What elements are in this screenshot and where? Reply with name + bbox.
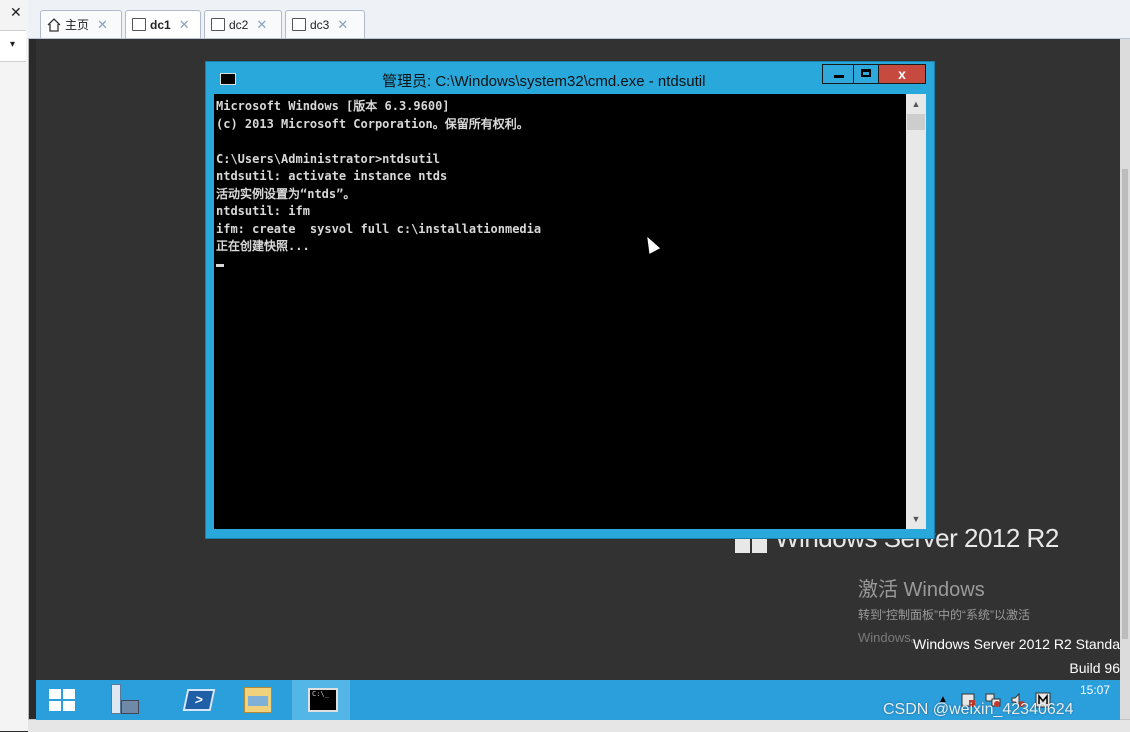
console-line: 活动实例设置为“ntds”。 <box>216 186 356 201</box>
start-button[interactable] <box>36 680 94 720</box>
windows-logo-icon <box>49 689 75 711</box>
tab-dc3[interactable]: dc3 ✕ <box>285 10 365 38</box>
activate-title: 激活 Windows <box>858 579 985 601</box>
tab-dc1[interactable]: dc1 ✕ <box>125 10 201 38</box>
home-icon <box>47 17 61 32</box>
console-line: ntdsutil: ifm <box>216 204 310 218</box>
console-scrollbar[interactable]: ▲ ▼ <box>906 94 926 529</box>
powershell-button[interactable]: > <box>170 680 228 720</box>
close-button[interactable]: x <box>878 64 926 84</box>
tab-dc2[interactable]: dc2 ✕ <box>204 10 282 38</box>
tab-label: dc1 <box>150 17 171 32</box>
activate-hint: 转到“控制面板”中的“系统”以激活 <box>858 608 1030 622</box>
minimize-button[interactable] <box>822 64 854 84</box>
console-output[interactable]: Microsoft Windows [版本 6.3.9600] (c) 2013… <box>214 94 906 529</box>
csdn-watermark: CSDN @weixin_42340624 <box>883 701 1074 718</box>
close-icon[interactable]: ✕ <box>97 17 108 33</box>
server-manager-icon <box>111 684 139 716</box>
tab-label: dc3 <box>310 17 330 32</box>
console-line: 正在创建快照... <box>216 239 310 253</box>
scrollbar-thumb[interactable] <box>1122 169 1128 639</box>
vm-icon <box>132 18 146 31</box>
horizontal-scrollbar[interactable] <box>28 719 1130 732</box>
maximize-button[interactable] <box>853 64 879 84</box>
cmd-icon: C:\_ <box>308 688 338 712</box>
panel-dropdown[interactable]: ▾ <box>0 30 26 62</box>
cmd-icon <box>220 73 236 85</box>
chevron-down-icon: ▾ <box>10 39 16 50</box>
tab-label: dc2 <box>229 17 249 32</box>
scroll-down-icon[interactable]: ▼ <box>907 511 925 527</box>
tab-label: 主页 <box>65 18 90 32</box>
cmd-title-bar[interactable]: 管理员: C:\Windows\system32\cmd.exe - ntdsu… <box>206 62 934 92</box>
file-explorer-button[interactable] <box>228 680 286 720</box>
console-line: C:\Users\Administrator>ntdsutil <box>216 151 440 166</box>
cmd-window[interactable]: 管理员: C:\Windows\system32\cmd.exe - ntdsu… <box>206 62 934 538</box>
tab-home[interactable]: 主页 ✕ <box>40 10 122 38</box>
cmd-title: 管理员: C:\Windows\system32\cmd.exe - ntdsu… <box>382 73 706 90</box>
console-line: (c) 2013 Microsoft Corporation。保留所有权利。 <box>216 116 529 131</box>
edition-text: Windows Server 2012 R2 Standa <box>913 636 1120 652</box>
scrollbar-thumb[interactable] <box>907 114 925 130</box>
tab-strip: 主页 ✕ dc1 ✕ dc2 ✕ dc3 ✕ <box>28 0 1130 39</box>
server-manager-button[interactable] <box>94 680 152 720</box>
folder-icon <box>244 687 272 713</box>
clock-time[interactable]: 15:07 <box>1060 683 1110 697</box>
text-cursor <box>216 264 224 267</box>
build-text: Build 96 <box>1069 660 1120 676</box>
close-panel-button[interactable]: ✕ <box>10 4 22 21</box>
console-line: ifm: create sysvol full c:\installationm… <box>216 221 542 236</box>
vertical-scrollbar[interactable] <box>1120 39 1130 731</box>
console-line: ntdsutil: activate instance ntds <box>216 169 448 183</box>
edition-info: Windows Server 2012 R2 Standa Build 96 <box>913 632 1120 680</box>
close-icon[interactable]: ✕ <box>337 17 348 33</box>
command-prompt-button[interactable]: C:\_ <box>292 680 350 720</box>
scroll-up-icon[interactable]: ▲ <box>907 96 925 112</box>
close-icon[interactable]: ✕ <box>256 17 267 33</box>
powershell-icon: > <box>182 689 216 711</box>
vm-icon <box>292 18 306 31</box>
close-icon[interactable]: ✕ <box>179 17 190 33</box>
console-line: Microsoft Windows [版本 6.3.9600] <box>216 99 450 113</box>
vm-icon <box>211 18 225 31</box>
left-panel: ✕ ▾ <box>0 0 29 731</box>
